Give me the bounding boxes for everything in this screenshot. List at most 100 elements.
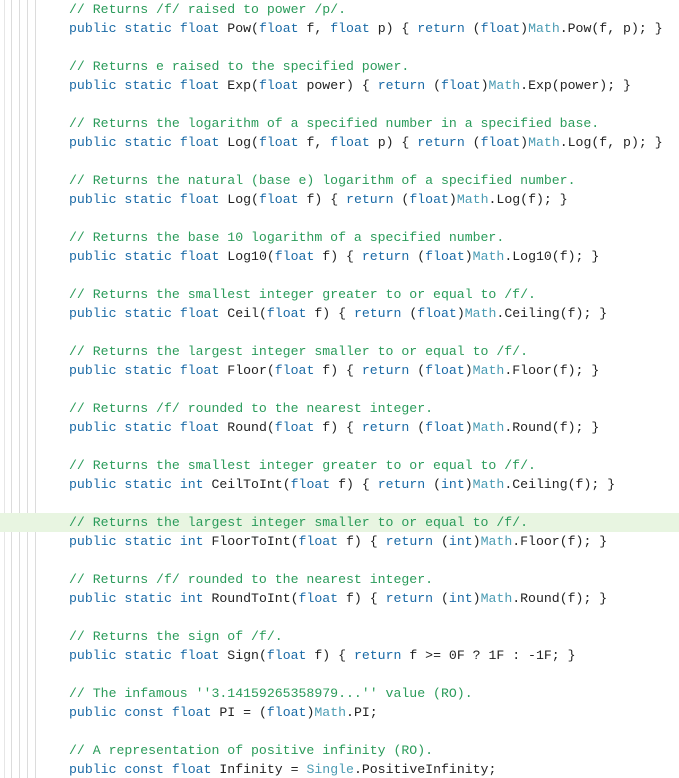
code-line-content[interactable]: // Returns the largest integer smaller t… <box>69 515 528 530</box>
code-token: // Returns the logarithm of a specified … <box>69 116 599 131</box>
code-line[interactable]: public static float Exp(float power) { r… <box>0 76 679 95</box>
code-line-content[interactable]: public const float Infinity = Single.Pos… <box>69 762 496 777</box>
code-line[interactable]: // Returns /f/ rounded to the nearest in… <box>0 570 679 589</box>
code-lines[interactable]: // Returns /f/ raised to power /p/. publi… <box>0 0 679 778</box>
code-token: Sign( <box>219 648 266 663</box>
code-editor[interactable]: // Returns /f/ raised to power /p/. publi… <box>0 0 679 778</box>
code-token: FloorToInt( <box>204 534 299 549</box>
code-line-content[interactable]: // Returns the logarithm of a specified … <box>69 116 599 131</box>
code-line-content[interactable] <box>69 97 77 112</box>
code-line[interactable] <box>0 608 679 627</box>
code-line-content[interactable]: // The infamous ''3.14159265358979...'' … <box>69 686 473 701</box>
code-line-content[interactable]: public static int FloorToInt(float f) { … <box>69 534 607 549</box>
code-token: const <box>124 705 164 720</box>
code-line[interactable] <box>0 437 679 456</box>
code-line-content[interactable]: public static float Log(float f) { retur… <box>69 192 568 207</box>
code-line[interactable] <box>0 38 679 57</box>
code-token <box>172 135 180 150</box>
code-line[interactable]: public static float Sign(float f) { retu… <box>0 646 679 665</box>
code-line-content[interactable] <box>69 667 77 682</box>
code-line-content[interactable]: // Returns the natural (base e) logarith… <box>69 173 575 188</box>
code-line-content[interactable]: public static float Log(float f, float p… <box>69 135 663 150</box>
code-line-content[interactable]: public static float Pow(float f, float p… <box>69 21 663 36</box>
code-token: Math <box>473 420 505 435</box>
code-token: public <box>69 762 116 777</box>
code-line[interactable]: public static float Round(float f) { ret… <box>0 418 679 437</box>
code-line-content[interactable]: public static float Round(float f) { ret… <box>69 420 599 435</box>
code-line[interactable]: // Returns the natural (base e) logarith… <box>0 171 679 190</box>
code-line[interactable]: public const float PI = (float)Math.PI; <box>0 703 679 722</box>
code-line-content[interactable]: public static float Sign(float f) { retu… <box>69 648 576 663</box>
code-line[interactable]: public static float Floor(float f) { ret… <box>0 361 679 380</box>
code-line[interactable] <box>0 209 679 228</box>
code-token: public <box>69 477 116 492</box>
code-line[interactable] <box>0 380 679 399</box>
code-token: ( <box>409 249 425 264</box>
code-line[interactable]: // Returns /f/ raised to power /p/. <box>0 0 679 19</box>
code-line[interactable]: // Returns the largest integer smaller t… <box>0 513 679 532</box>
code-line-content[interactable]: // Returns /f/ rounded to the nearest in… <box>69 401 433 416</box>
code-token: p) { <box>370 21 417 36</box>
code-line[interactable]: public static int FloorToInt(float f) { … <box>0 532 679 551</box>
code-line-content[interactable]: // Returns e raised to the specified pow… <box>69 59 409 74</box>
code-line[interactable]: public static float Pow(float f, float p… <box>0 19 679 38</box>
code-line-content[interactable]: // Returns /f/ rounded to the nearest in… <box>69 572 433 587</box>
code-line-content[interactable]: public static int CeilToInt(float f) { r… <box>69 477 615 492</box>
code-line-content[interactable] <box>69 268 77 283</box>
code-line-content[interactable] <box>69 553 77 568</box>
code-line[interactable] <box>0 722 679 741</box>
code-token: // Returns the natural (base e) logarith… <box>69 173 575 188</box>
code-line[interactable] <box>0 95 679 114</box>
code-line[interactable] <box>0 551 679 570</box>
code-line[interactable]: // Returns the largest integer smaller t… <box>0 342 679 361</box>
code-line[interactable]: public static int RoundToInt(float f) { … <box>0 589 679 608</box>
code-line-content[interactable]: public const float PI = (float)Math.PI; <box>69 705 378 720</box>
code-line-content[interactable] <box>69 610 77 625</box>
code-line[interactable]: // Returns /f/ rounded to the nearest in… <box>0 399 679 418</box>
code-line-content[interactable] <box>69 325 77 340</box>
code-token: ) <box>465 477 473 492</box>
code-line[interactable]: public static float Log(float f, float p… <box>0 133 679 152</box>
code-line[interactable]: // The infamous ''3.14159265358979...'' … <box>0 684 679 703</box>
code-line-content[interactable] <box>69 439 77 454</box>
code-line[interactable] <box>0 494 679 513</box>
code-line-content[interactable]: // Returns the largest integer smaller t… <box>69 344 528 359</box>
code-line[interactable]: // Returns the smallest integer greater … <box>0 456 679 475</box>
code-line[interactable]: // A representation of positive infinity… <box>0 741 679 760</box>
code-line-content[interactable]: public static float Floor(float f) { ret… <box>69 363 599 378</box>
code-line[interactable]: public static float Log(float f) { retur… <box>0 190 679 209</box>
code-line[interactable]: // Returns e raised to the specified pow… <box>0 57 679 76</box>
code-line[interactable]: // Returns the smallest integer greater … <box>0 285 679 304</box>
code-token: CeilToInt( <box>204 477 291 492</box>
code-line[interactable]: public static float Log10(float f) { ret… <box>0 247 679 266</box>
code-line[interactable]: // Returns the logarithm of a specified … <box>0 114 679 133</box>
code-line[interactable] <box>0 323 679 342</box>
code-line-content[interactable]: public static float Log10(float f) { ret… <box>69 249 599 264</box>
code-line-content[interactable] <box>69 154 77 169</box>
code-line[interactable]: // Returns the base 10 logarithm of a sp… <box>0 228 679 247</box>
code-line-content[interactable]: // Returns /f/ raised to power /p/. <box>69 2 346 17</box>
code-line[interactable]: public const float Infinity = Single.Pos… <box>0 760 679 778</box>
code-line-content[interactable]: // Returns the base 10 logarithm of a sp… <box>69 230 504 245</box>
code-line-content[interactable] <box>69 40 77 55</box>
code-line-content[interactable] <box>69 724 77 739</box>
code-token: .PI; <box>346 705 378 720</box>
code-line-content[interactable]: // Returns the smallest integer greater … <box>69 287 536 302</box>
code-line[interactable] <box>0 152 679 171</box>
code-line-content[interactable] <box>69 211 77 226</box>
code-line-content[interactable]: public static float Ceil(float f) { retu… <box>69 306 607 321</box>
code-line[interactable]: // Returns the sign of /f/. <box>0 627 679 646</box>
code-line-content[interactable]: // A representation of positive infinity… <box>69 743 433 758</box>
code-line[interactable]: public static int CeilToInt(float f) { r… <box>0 475 679 494</box>
code-line[interactable] <box>0 665 679 684</box>
code-token: float <box>330 135 370 150</box>
code-line-content[interactable] <box>69 382 77 397</box>
code-token: ( <box>465 21 481 36</box>
code-line[interactable]: public static float Ceil(float f) { retu… <box>0 304 679 323</box>
code-line-content[interactable]: // Returns the smallest integer greater … <box>69 458 536 473</box>
code-line[interactable] <box>0 266 679 285</box>
code-line-content[interactable]: public static float Exp(float power) { r… <box>69 78 631 93</box>
code-line-content[interactable]: // Returns the sign of /f/. <box>69 629 283 644</box>
code-line-content[interactable] <box>69 496 77 511</box>
code-line-content[interactable]: public static int RoundToInt(float f) { … <box>69 591 607 606</box>
